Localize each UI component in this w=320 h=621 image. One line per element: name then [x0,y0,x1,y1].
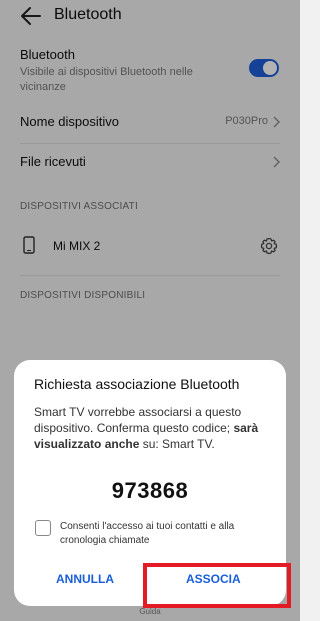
cancel-button[interactable]: ANNULLA [56,572,114,586]
contacts-access-label[interactable]: Consenti l'accesso ai tuoi contatti e al… [60,520,280,548]
dialog-title: Richiesta associazione Bluetooth [34,376,240,392]
highlight-box [143,563,291,608]
dialog-message-part1: Smart TV vorrebbe associarsi a questo di… [34,405,242,435]
pairing-code: 973868 [111,478,189,503]
dialog-message-part2: su: Smart TV. [139,437,215,451]
help-link[interactable]: Guida [0,607,300,616]
contacts-access-checkbox[interactable] [35,520,51,536]
dialog-message: Smart TV vorrebbe associarsi a questo di… [34,404,274,452]
